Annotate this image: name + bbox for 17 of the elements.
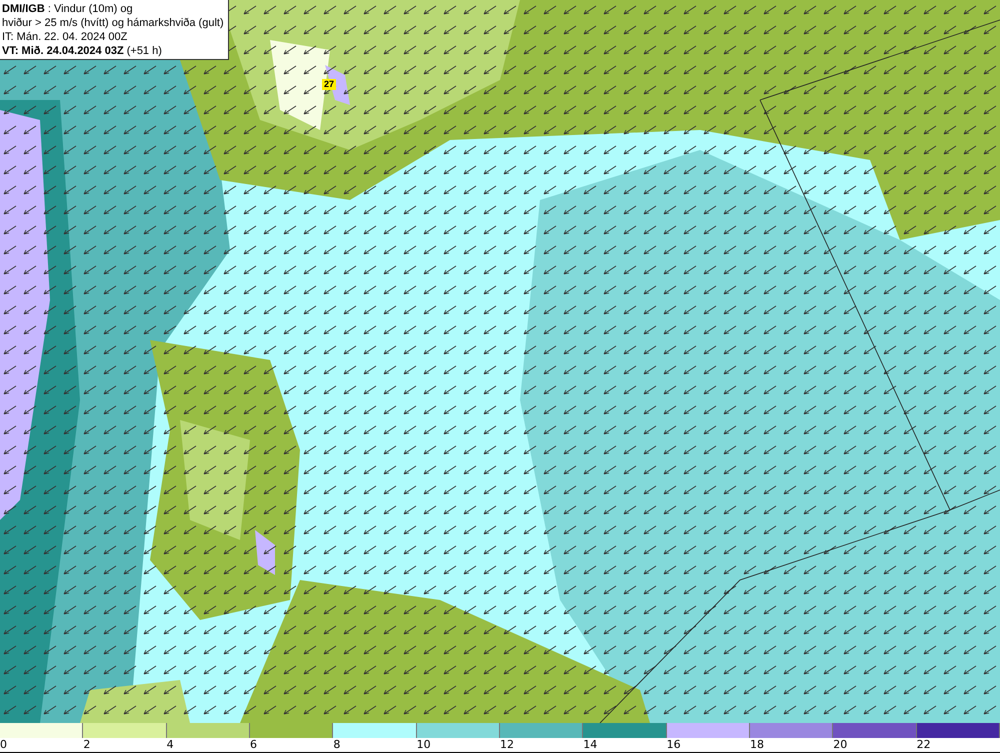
legend-label: 6: [250, 738, 257, 751]
legend-label: 8: [333, 738, 340, 751]
header-line: hviður > 25 m/s (hvítt) og hámarkshviða (gult): [2, 16, 224, 30]
header-line: IT: Mán. 22. 04. 2024 00Z: [2, 30, 128, 44]
header-line: VT: Mið. 24.04.2024 03Z (+51 h): [2, 44, 163, 58]
legend-label: 16: [666, 738, 681, 751]
legend-label: 18: [750, 738, 764, 751]
legend-label: 0: [0, 738, 7, 751]
legend-label: 4: [166, 738, 174, 751]
header-line: DMI/IGB : Vindur (10m) og: [2, 2, 134, 16]
legend-label: 20: [833, 738, 848, 751]
legend-label: 12: [500, 738, 514, 751]
legend-label: 14: [583, 738, 598, 751]
legend-label: 22: [916, 738, 931, 751]
legend-label: 2: [83, 738, 90, 751]
legend-label: 10: [416, 738, 431, 751]
max-gust-label: 27: [322, 79, 336, 90]
